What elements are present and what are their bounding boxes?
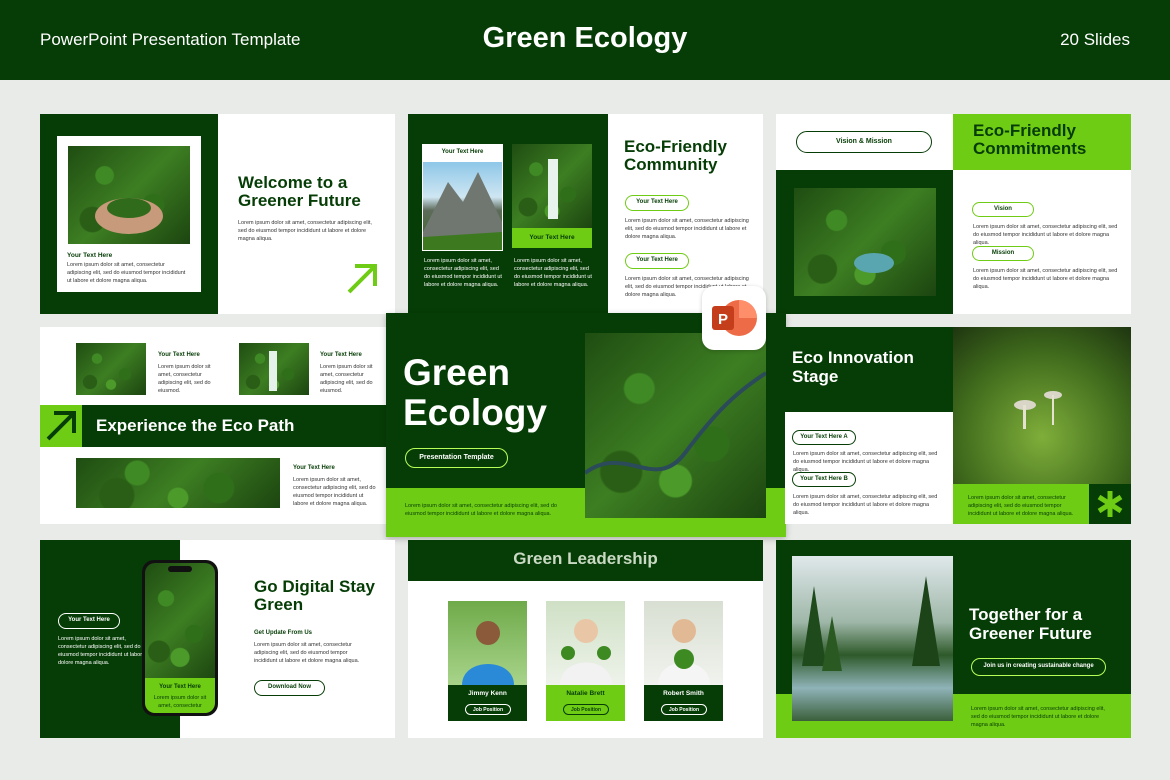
card-label: Your Text Here [441,149,484,155]
slide-title: Eco Innovation Stage [792,348,914,386]
vision-text: Lorem ipsum dolor sit amet, consectetur … [973,224,1118,246]
cover-text: Lorem ipsum dolor sit amet, consectetur … [405,503,557,517]
pine-photo [145,563,215,681]
slide-go-digital[interactable]: Your Text Here Lorem ipsum dolor sit ame… [40,540,395,738]
slide-title: Green Leadership [513,549,658,568]
item-text: Lorem ipsum dolor sit amet, consectetur … [320,364,373,394]
slide-title: Go Digital Stay Green [254,577,375,614]
text-pill[interactable]: Your Text Here [58,613,120,629]
arrow-up-right-icon [46,411,76,441]
river-aerial-photo [76,458,280,508]
item-label: Your Text Here [158,352,200,358]
slide-together[interactable]: Together for a Greener Future Join us in… [776,540,1131,738]
slide-title: Eco-Friendly Community [624,137,727,174]
phone-text: Lorem ipsum dolor sit amet, consectetur [153,695,207,709]
join-pill[interactable]: Join us in creating sustainable change [971,658,1106,676]
text-button[interactable]: Your Text Here [625,195,689,211]
mission-text: Lorem ipsum dolor sit amet, consectetur … [973,268,1118,290]
job-position-pill[interactable]: Job Position [661,704,707,715]
slide-body: Lorem ipsum dolor sit amet, consectetur … [625,218,749,240]
slide-community[interactable]: Your Text Here Your Text Here Lorem ipsu… [408,114,763,314]
mountain-card: Your Text Here [422,144,503,251]
header-title: Green Ecology [482,22,688,54]
slide-title: Welcome to a Greener Future [238,173,361,210]
mountain-photo [423,162,502,250]
cover-pill[interactable]: Presentation Template [405,448,508,468]
waterfall-photo [512,144,592,228]
lake-forest-photo [792,556,953,721]
powerpoint-icon: P [702,286,766,350]
slide-welcome[interactable]: Your Text Here Lorem ipsum dolor sit ame… [40,114,395,314]
asterisk-icon [1097,491,1123,517]
slide-innovation[interactable]: Eco Innovation Stage Your Text Here A Lo… [785,327,1131,524]
job-position-pill[interactable]: Job Position [465,704,511,715]
vision-mission-tag[interactable]: Vision & Mission [796,131,932,153]
person-photo [644,601,723,685]
band-text: Lorem ipsum dolor sit amet, consectetur … [971,706,1105,728]
waterfall-photo [239,343,309,395]
slide-title: Eco-Friendly Commitments [973,121,1087,158]
hands-photo [68,146,190,244]
vision-button[interactable]: Vision [972,202,1034,217]
download-button[interactable]: Download Now [254,680,325,696]
arrow-box [40,405,82,447]
slide-body: Lorem ipsum dolor sit amet, consectetur … [238,220,372,242]
forest-river-photo [585,333,766,518]
slide-leadership[interactable]: Green Leadership Jimmy Kenn Job Position… [408,540,763,738]
photo-card: Your Text Here Lorem ipsum dolor sit ame… [57,136,201,292]
waterfall-label: Your Text Here [512,228,592,248]
arrow-up-right-icon [347,264,377,294]
phone-label: Your Text Here [159,684,201,690]
slide-subtitle: Get Update From Us [254,630,313,636]
item-label: Your Text Here [293,465,335,471]
item-text: Lorem ipsum dolor sit amet, consectetur … [158,364,211,394]
item-label: Your Text Here [320,352,362,358]
person-photo [546,601,625,685]
mushroom-photo [953,327,1131,484]
text-button-b[interactable]: Your Text Here B [792,472,856,487]
band-text: Lorem ipsum dolor sit amet, consectetur … [968,495,1074,517]
slide-title: Together for a Greener Future [969,605,1092,643]
slide-body: Lorem ipsum dolor sit amet, consectetur … [58,636,152,666]
phone-mockup: Your Text Here Lorem ipsum dolor sit ame… [142,560,218,716]
slide-body: Lorem ipsum dolor sit amet, consectetur … [254,642,360,664]
photo-text: Lorem ipsum dolor sit amet, consectetur … [67,262,186,284]
slide-eco-path[interactable]: Your Text Here Lorem ipsum dolor sit ame… [40,327,395,524]
person-photo [448,601,527,685]
text-button[interactable]: Your Text Here [625,253,689,269]
card-text: Lorem ipsum dolor sit amet, consectetur … [424,258,502,288]
slide-body: Lorem ipsum dolor sit amet, consectetur … [793,494,938,516]
text-button-a[interactable]: Your Text Here A [792,430,856,445]
header-slide-count: 20 Slides [1060,30,1130,49]
card-text: Lorem ipsum dolor sit amet, consectetur … [514,258,592,288]
header-bar: PowerPoint Presentation Template Green E… [0,0,1170,80]
photo-caption: Your Text Here [67,252,113,259]
item-text: Lorem ipsum dolor sit amet, consectetur … [293,477,376,507]
person-name: Natalie Brett [566,690,605,697]
phone-notch [168,566,192,572]
person-name: Jimmy Kenn [468,690,507,697]
svg-text:P: P [718,311,728,328]
forest-road-photo [76,343,146,395]
mission-button[interactable]: Mission [972,246,1034,261]
slide-commitments[interactable]: Vision & Mission Eco-Friendly Commitment… [776,114,1131,314]
asterisk-box [1089,484,1131,524]
banner-title: Experience the Eco Path [96,416,295,435]
forest-lake-photo [794,188,936,296]
person-name: Robert Smith [663,690,704,697]
job-position-pill[interactable]: Job Position [563,704,609,715]
cover-title: Green Ecology [403,352,547,433]
